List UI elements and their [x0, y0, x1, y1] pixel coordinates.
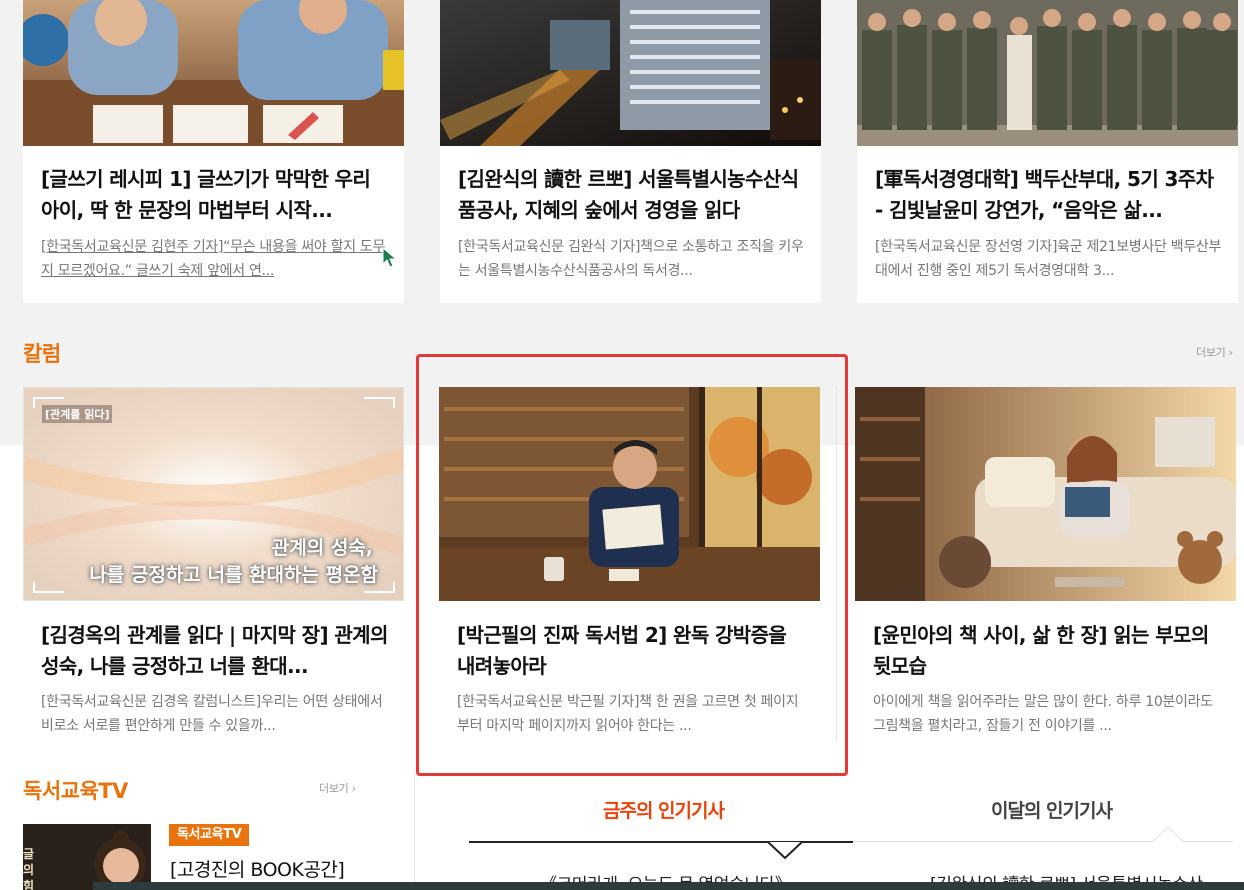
thumbnail-caption-line1: 관계의 성숙, — [271, 537, 373, 559]
article-thumbnail[interactable] — [440, 0, 821, 146]
column-title[interactable]: [윤민아의 책 사이, 삶 한 장] 읽는 부모의 뒷모습 — [873, 620, 1222, 682]
column-divider — [836, 387, 837, 742]
article-title[interactable]: [軍독서경영대학] 백두산부대, 5기 3주차 - 김빛날윤미 강연가, “음악… — [875, 164, 1224, 226]
thumbnail-tag: [관계를 읽다] — [42, 405, 113, 423]
tab-active-pointer — [767, 841, 803, 860]
tv-badge: 독서교육TV — [169, 824, 250, 846]
tab-weekly-popular[interactable]: 금주의 인기기사 — [603, 796, 725, 823]
tv-thumbnail-text: 글의 힘 — [23, 847, 35, 890]
column-thumbnail[interactable] — [439, 387, 820, 601]
article-thumbnail[interactable] — [857, 0, 1238, 146]
thumbnail-caption-line2: 나를 긍정하고 너를 환대하는 평온함 — [89, 564, 378, 586]
tv-divider — [414, 770, 415, 890]
column-more-link[interactable]: 더보기 › — [1196, 344, 1233, 360]
article-thumbnail[interactable] — [23, 0, 404, 146]
tab-inactive-pointer — [1151, 826, 1185, 843]
column-summary[interactable]: [한국독서교육신문 박근필 기자]책 한 권을 고르면 첫 페이지부터 마지막 … — [457, 690, 806, 738]
article-card-military-reading[interactable]: [軍독서경영대학] 백두산부대, 5기 3주차 - 김빛날윤미 강연가, “음악… — [857, 0, 1238, 303]
article-title[interactable]: [김완식의 讀한 르뽀] 서울특별시농수산식품공사, 지혜의 숲에서 경영을 읽… — [458, 164, 807, 226]
article-card-writing-recipe[interactable]: [글쓰기 레시피 1] 글쓰기가 막막한 우리 아이, 딱 한 문장의 마법부터… — [23, 0, 404, 303]
bottom-toolbar — [93, 882, 1244, 890]
column-card-relationships[interactable]: [관계를 읽다] 관계의 성숙, 나를 긍정하고 너를 환대하는 평온함 [김경… — [23, 387, 404, 747]
column-card-reading-method[interactable]: [박근필의 진짜 독서법 2] 완독 강박증을 내려놓아라 [한국독서교육신문 … — [439, 387, 820, 747]
column-title[interactable]: [박근필의 진짜 독서법 2] 완독 강박증을 내려놓아라 — [457, 620, 806, 682]
tv-more-link[interactable]: 더보기 › — [319, 780, 356, 796]
column-summary[interactable]: 아이에게 책을 읽어주라는 말은 많이 한다. 하루 10분이라도 그림책을 펼… — [873, 690, 1222, 738]
article-title[interactable]: [글쓰기 레시피 1] 글쓰기가 막막한 우리 아이, 딱 한 문장의 마법부터… — [41, 164, 390, 226]
tv-thumbnail[interactable]: 글의 힘 — [23, 824, 151, 890]
column-section-title[interactable]: 칼럼 — [23, 338, 61, 368]
tv-section-title[interactable]: 독서교육TV — [23, 775, 128, 805]
article-summary[interactable]: [한국독서교육신문 김완식 기자]책으로 소통하고 조직을 키우는 서울특별시농… — [458, 235, 807, 283]
column-title[interactable]: [김경옥의 관계를 읽다 | 마지막 장] 관계의 성숙, 나를 긍정하고 너를… — [41, 620, 390, 682]
article-card-agro-fisheries[interactable]: [김완식의 讀한 르뽀] 서울특별시농수산식품공사, 지혜의 숲에서 경영을 읽… — [440, 0, 821, 303]
column-thumbnail[interactable]: [관계를 읽다] 관계의 성숙, 나를 긍정하고 너를 환대하는 평온함 — [23, 387, 404, 601]
tab-monthly-popular[interactable]: 이달의 인기기사 — [991, 796, 1113, 823]
column-thumbnail[interactable] — [855, 387, 1236, 601]
article-summary[interactable]: [한국독서교육신문 김현주 기자]“무슨 내용을 써야 할지 도무지 모르겠어요… — [41, 235, 390, 283]
tv-item-title[interactable]: [고경진의 BOOK공간] — [170, 855, 345, 882]
column-summary[interactable]: [한국독서교육신문 김경옥 칼럼니스트]우리는 어떤 상태에서 비로소 서로를 … — [41, 690, 390, 738]
article-summary[interactable]: [한국독서교육신문 장선영 기자]육군 제21보병사단 백두산부대에서 진행 중… — [875, 235, 1224, 283]
column-card-reading-parents[interactable]: [윤민아의 책 사이, 삶 한 장] 읽는 부모의 뒷모습 아이에게 책을 읽어… — [855, 387, 1236, 747]
mouse-cursor-icon — [382, 247, 398, 268]
